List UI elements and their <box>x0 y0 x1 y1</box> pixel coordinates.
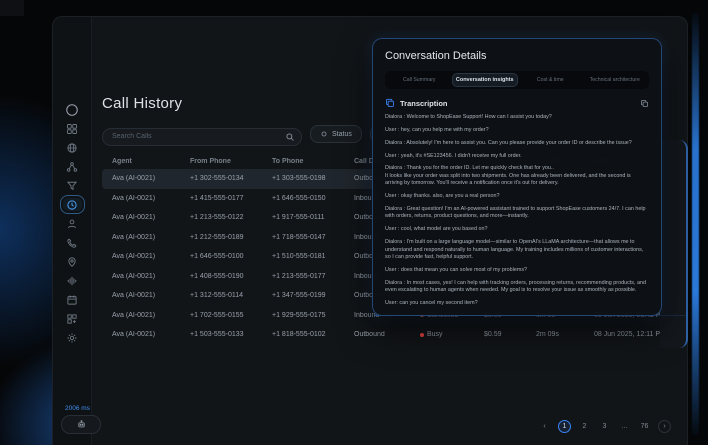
search-input[interactable] <box>102 128 302 146</box>
right-light-streak <box>692 12 699 436</box>
pagination-page-button[interactable]: 3 <box>598 420 611 433</box>
transcript-message: User : yeah, it's #SE123456. I didn't re… <box>385 153 649 160</box>
corner-patch <box>0 0 24 16</box>
status-filter-button[interactable]: Status <box>310 125 362 143</box>
cell-to-phone: +1 213-555-0177 <box>262 273 344 280</box>
transcript-message: Dialora : Great question! I'm an AI-powe… <box>385 206 649 221</box>
pagination: ‹ 1 2 3 … 76 › <box>538 420 671 433</box>
status-dot <box>420 333 424 337</box>
cell-from-phone: +1 408-555-0190 <box>180 273 262 280</box>
transcription-title: Transcription <box>400 99 635 108</box>
sidebar-item-apps-grid[interactable] <box>63 312 82 325</box>
cell-from-phone: +1 503-555-0133 <box>180 331 262 338</box>
modal-tab[interactable]: Call Summary <box>387 73 452 87</box>
modal-tabbar: Call Summary Conversation insights Cost … <box>385 71 649 89</box>
cell-from-phone: +1 302-555-0134 <box>180 175 262 182</box>
sidebar-item-funnel[interactable] <box>63 179 82 192</box>
pagination-page-button[interactable]: 1 <box>558 420 571 433</box>
transcript-message: Dialora : Thank you for the order ID. Le… <box>385 165 649 187</box>
transcription-icon <box>385 98 395 108</box>
transcript-message: User : does that mean you can solve most… <box>385 267 649 274</box>
cell-direction: Outbound <box>344 331 410 338</box>
cell-to-phone: +1 303-555-0198 <box>262 175 344 182</box>
transcript-message: User : okay thanks. also, are you a real… <box>385 193 649 200</box>
transcription-messages: Dialora : Welcome to ShopEase Support! H… <box>385 114 649 306</box>
conversation-details-modal: Conversation Details Call Summary Conver… <box>372 38 662 316</box>
copy-transcription-button[interactable] <box>640 99 649 108</box>
transcript-message: User: can you cancel my second item? <box>385 300 649 306</box>
modal-tab[interactable]: Conversation insights <box>452 73 519 87</box>
sidebar-item-history-clock[interactable] <box>63 198 82 211</box>
modal-tab[interactable]: Cost & time <box>518 73 583 87</box>
transcript-message: Dialora : In most cases, yes! I can help… <box>385 280 649 295</box>
search-icon <box>285 129 295 147</box>
assistant-widget-button[interactable] <box>61 415 101 434</box>
cell-agent: Ava (AI-0021) <box>102 273 180 280</box>
sidebar-item-globe[interactable] <box>63 141 82 154</box>
cell-agent: Ava (AI-0021) <box>102 292 180 299</box>
cell-agent: Ava (AI-0021) <box>102 195 180 202</box>
cell-status: Busy <box>410 331 474 338</box>
cell-agent: Ava (AI-0021) <box>102 331 180 338</box>
stacked-card-edge <box>660 140 688 348</box>
pagination-page-button[interactable]: … <box>618 420 631 433</box>
cell-from-phone: +1 212-555-0189 <box>180 234 262 241</box>
status-dot-icon <box>320 130 328 138</box>
pagination-pages: 1 2 3 … 76 <box>558 420 651 433</box>
transcript-message: User : hey, can you help me with my orde… <box>385 127 649 134</box>
cell-cost: $0.59 <box>474 331 526 338</box>
sidebar-item-phone[interactable] <box>63 236 82 249</box>
transcription-header: Transcription <box>385 98 649 108</box>
cell-to-phone: +1 929-555-0175 <box>262 312 344 319</box>
sidebar-item-settings-gear[interactable] <box>63 331 82 344</box>
transcript-message: Dialora : Absolutely! I'm here to assist… <box>385 140 649 147</box>
cell-agent: Ava (AI-0021) <box>102 253 180 260</box>
cell-duration: 2m 09s <box>526 331 584 338</box>
cell-agent: Ava (AI-0021) <box>102 234 180 241</box>
cell-from-phone: +1 213-555-0122 <box>180 214 262 221</box>
modal-tab[interactable]: Technical architecture <box>583 73 648 87</box>
cell-from-phone: +1 702-555-0155 <box>180 312 262 319</box>
cell-to-phone: +1 818-555-0102 <box>262 331 344 338</box>
cell-agent: Ava (AI-0021) <box>102 175 180 182</box>
sidebar-item-audio-wave[interactable] <box>63 274 82 287</box>
pagination-page-button[interactable]: 2 <box>578 420 591 433</box>
modal-title: Conversation Details <box>385 50 649 62</box>
latency-value: 2006 ms <box>65 405 101 412</box>
sidebar-item-org-nodes[interactable] <box>63 160 82 173</box>
copy-icon <box>640 99 649 108</box>
cell-from-phone: +1 646-555-0100 <box>180 253 262 260</box>
pagination-next-button[interactable]: › <box>658 420 671 433</box>
sidebar-item-user[interactable] <box>63 217 82 230</box>
search-box <box>102 125 302 143</box>
cell-to-phone: +1 646-555-0150 <box>262 195 344 202</box>
scene: Call History Status Agent <box>0 0 708 445</box>
cell-to-phone: +1 718-555-0147 <box>262 234 344 241</box>
cell-from-phone: +1 415-555-0177 <box>180 195 262 202</box>
sidebar-item-logo[interactable] <box>63 103 82 116</box>
cell-to-phone: +1 917-555-0111 <box>262 214 344 221</box>
sidebar <box>53 17 92 445</box>
cell-to-phone: +1 510-555-0181 <box>262 253 344 260</box>
transcript-message: Dialora : Welcome to ShopEase Support! H… <box>385 114 649 121</box>
cell-agent: Ava (AI-0021) <box>102 214 180 221</box>
sidebar-item-calendar[interactable] <box>63 293 82 306</box>
transcript-message: Dialora : I'm built on a large language … <box>385 239 649 261</box>
table-row[interactable]: Ava (AI-0021) +1 503-555-0133 +1 818-555… <box>102 325 675 345</box>
transcript-message: User : cool, what model are you based on… <box>385 226 649 233</box>
latency-widget: 2006 ms <box>61 405 101 434</box>
pagination-prev-button[interactable]: ‹ <box>538 420 551 433</box>
robot-icon <box>76 419 87 430</box>
cell-to-phone: +1 347-555-0199 <box>262 292 344 299</box>
sidebar-item-dashboard-grid[interactable] <box>63 122 82 135</box>
pagination-page-button[interactable]: 76 <box>638 420 651 433</box>
sidebar-item-location-pin[interactable] <box>63 255 82 268</box>
cell-agent: Ava (AI-0021) <box>102 312 180 319</box>
cell-from-phone: +1 312-555-0114 <box>180 292 262 299</box>
